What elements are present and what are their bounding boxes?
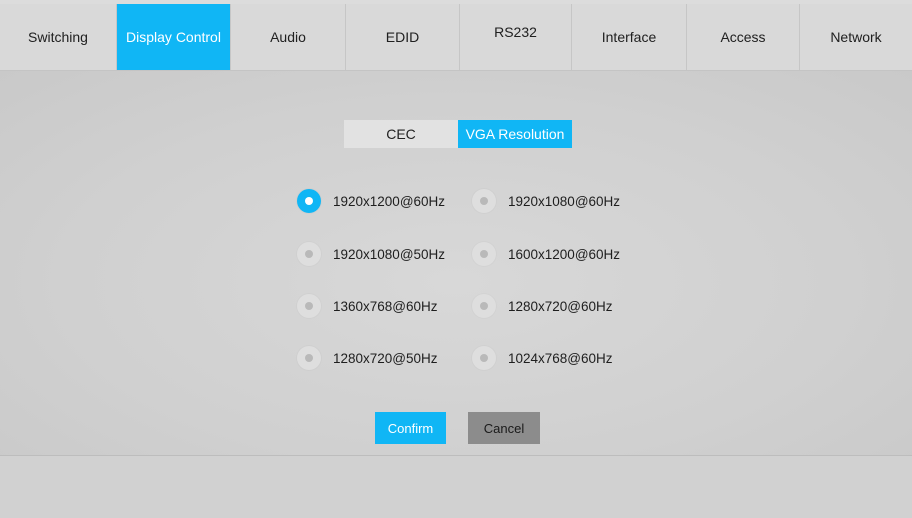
tab-rs232[interactable]: RS232 (460, 4, 572, 70)
resolution-option-1280x720-50[interactable]: 1280x720@50Hz (297, 345, 438, 371)
resolution-label: 1920x1080@50Hz (333, 246, 446, 262)
display-control-panel: CEC VGA Resolution 1920x1200@60Hz 1920x1… (0, 71, 912, 456)
resolution-label: 1280x720@60Hz (508, 298, 613, 314)
subtab-label: VGA Resolution (465, 126, 565, 142)
subtab-vga-resolution[interactable]: VGA Resolution (458, 120, 572, 148)
tab-label: Audio (270, 29, 306, 45)
resolution-option-1920x1080-60[interactable]: 1920x1080@60Hz (472, 188, 620, 214)
radio-unselected-icon[interactable] (297, 346, 321, 370)
resolution-option-1024x768-60[interactable]: 1024x768@60Hz (472, 345, 613, 371)
tab-label: Display Control (126, 29, 221, 45)
resolution-label: 1600x1200@60Hz (508, 246, 621, 262)
top-navigation: Switching Display Control Audio EDID RS2… (0, 4, 912, 71)
radio-selected-icon[interactable] (297, 189, 321, 213)
confirm-button[interactable]: Confirm (375, 412, 446, 444)
confirm-button-label: Confirm (387, 420, 434, 436)
tab-audio[interactable]: Audio (231, 4, 346, 70)
resolution-label: 1920x1200@60Hz (333, 193, 446, 209)
cancel-button-label: Cancel (483, 420, 525, 436)
radio-unselected-icon[interactable] (472, 189, 496, 213)
radio-unselected-icon[interactable] (297, 242, 321, 266)
subtab-label: CEC (386, 126, 416, 142)
tab-label: RS232 (494, 24, 537, 40)
resolution-label: 1024x768@60Hz (508, 350, 613, 366)
tab-interface[interactable]: Interface (572, 4, 687, 70)
cancel-button[interactable]: Cancel (468, 412, 540, 444)
resolution-option-1360x768-60[interactable]: 1360x768@60Hz (297, 293, 438, 319)
resolution-label: 1920x1080@60Hz (508, 193, 621, 209)
tab-label: Access (720, 29, 766, 45)
subtab-cec[interactable]: CEC (344, 120, 458, 148)
resolution-label: 1360x768@60Hz (333, 298, 438, 314)
app-window: Switching Display Control Audio EDID RS2… (0, 0, 912, 518)
radio-unselected-icon[interactable] (472, 242, 496, 266)
tab-display-control[interactable]: Display Control (117, 4, 231, 70)
tab-access[interactable]: Access (687, 4, 800, 70)
tab-label: Network (830, 29, 882, 45)
subtab-bar: CEC VGA Resolution (344, 120, 572, 148)
tab-switching[interactable]: Switching (0, 4, 117, 70)
radio-unselected-icon[interactable] (297, 294, 321, 318)
tab-label: Switching (28, 29, 88, 45)
resolution-label: 1280x720@50Hz (333, 350, 438, 366)
resolution-option-1600x1200-60[interactable]: 1600x1200@60Hz (472, 241, 620, 267)
tab-label: Interface (601, 29, 657, 45)
tab-label: EDID (385, 29, 420, 45)
resolution-option-1920x1200-60[interactable]: 1920x1200@60Hz (297, 188, 445, 214)
tab-network[interactable]: Network (800, 4, 912, 70)
footer-area (0, 456, 912, 518)
radio-unselected-icon[interactable] (472, 294, 496, 318)
resolution-option-1920x1080-50[interactable]: 1920x1080@50Hz (297, 241, 445, 267)
resolution-option-1280x720-60[interactable]: 1280x720@60Hz (472, 293, 613, 319)
radio-unselected-icon[interactable] (472, 346, 496, 370)
tab-edid[interactable]: EDID (346, 4, 460, 70)
